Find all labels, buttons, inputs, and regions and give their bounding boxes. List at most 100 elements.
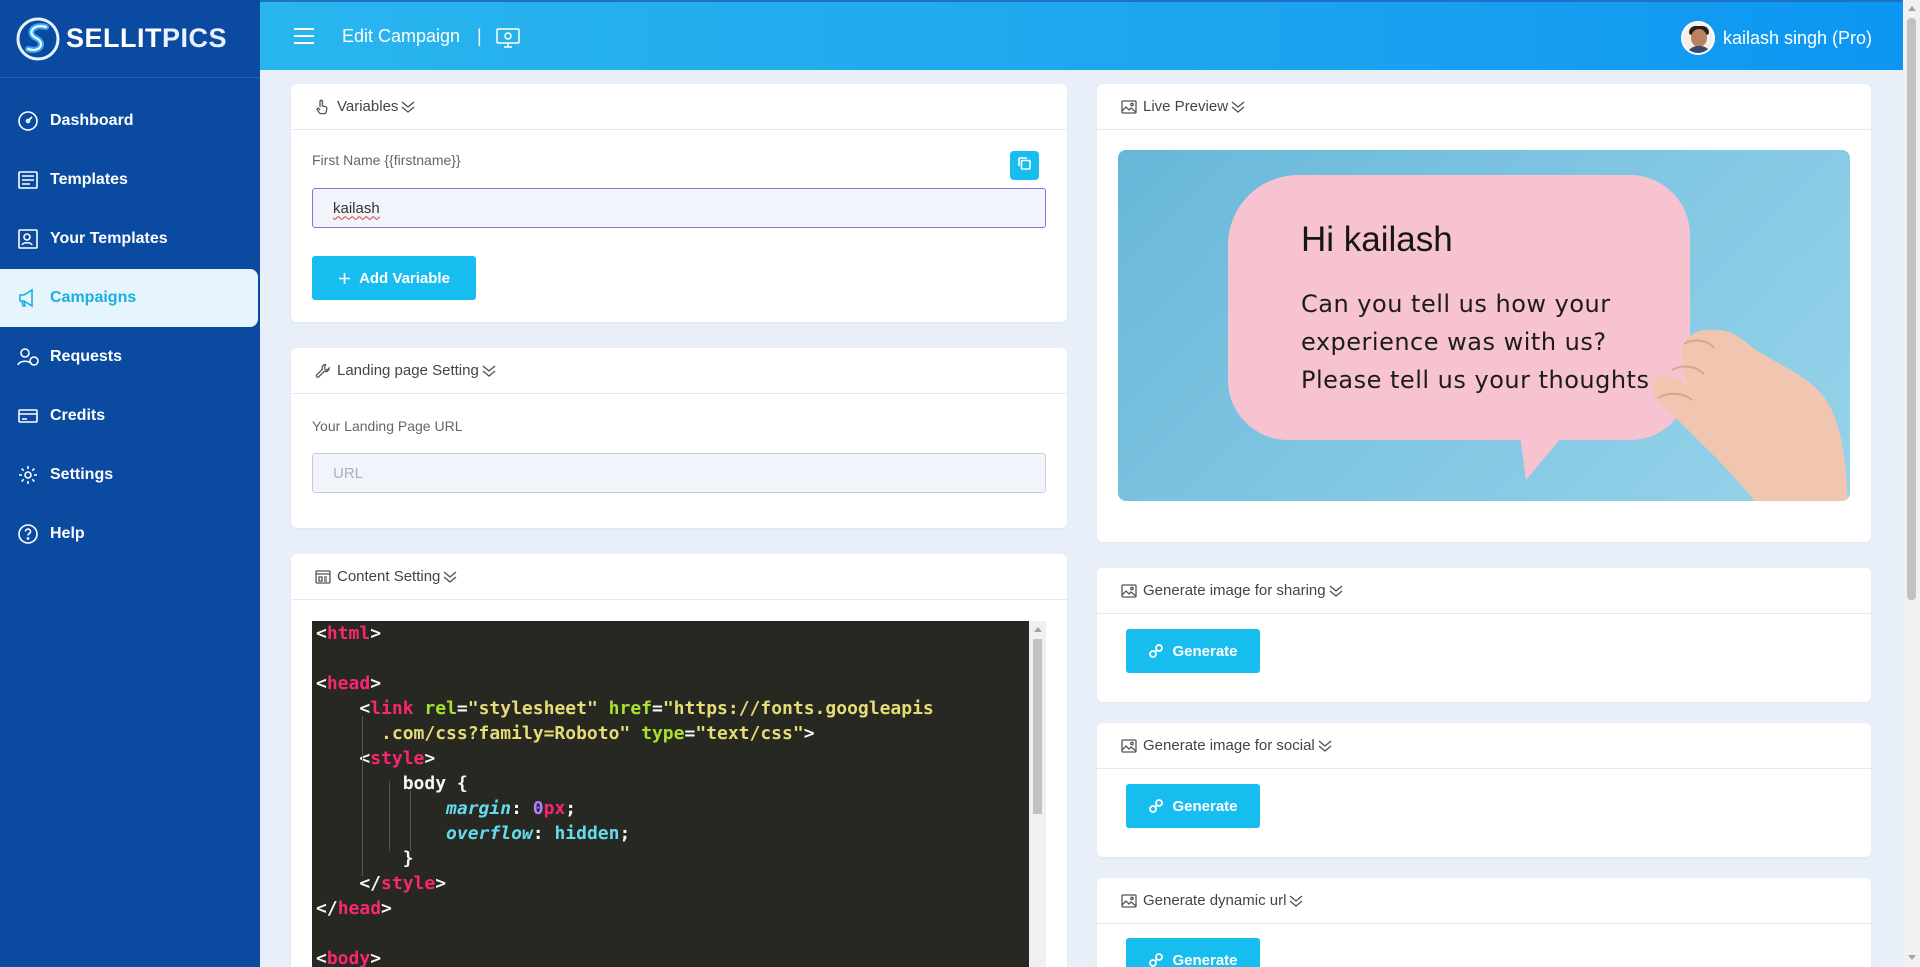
sidebar-item-label: Campaigns (50, 289, 137, 306)
code-line: } (316, 848, 414, 869)
landing-card-header[interactable]: Landing page Setting (291, 348, 1067, 394)
sidebar-item-label: Credits (50, 407, 106, 424)
preview-heading: Hi kailash (1301, 220, 1453, 259)
generate-label: Generate (1172, 797, 1238, 815)
copy-button[interactable] (1010, 151, 1039, 180)
landing-url-input[interactable]: URL (312, 453, 1046, 493)
code-line: <html> (316, 623, 382, 644)
link-icon (1148, 643, 1164, 659)
sidebar-item-campaigns[interactable]: Campaigns (0, 269, 258, 327)
sidebar-item-credits[interactable]: Credits (0, 387, 260, 445)
gear-icon (16, 463, 40, 487)
image-icon (1121, 99, 1137, 115)
social-title: Generate image for social (1143, 737, 1315, 754)
avatar (1680, 21, 1715, 55)
monitor-icon[interactable] (496, 27, 520, 49)
generate-dynamic-button[interactable]: Generate (1126, 938, 1260, 967)
hand-illustration (1652, 330, 1848, 501)
code-line: </head> (316, 898, 392, 919)
code-line: <link rel="stylesheet" href="https://fon… (316, 698, 934, 719)
chevron-down-icon (1230, 100, 1246, 114)
image-icon (1121, 583, 1137, 599)
firstname-label: First Name {{firstname}} (312, 152, 461, 168)
brand-name: SELLITPICS (66, 23, 228, 53)
content-card-header[interactable]: Content Setting (291, 554, 1067, 600)
chevron-down-icon (481, 364, 497, 378)
page-scrollbar[interactable] (1903, 0, 1920, 967)
megaphone-icon (16, 286, 40, 310)
code-line: </style> (316, 873, 447, 894)
sidebar-item-label: Your Templates (50, 230, 168, 247)
sidebar-item-label: Requests (50, 348, 123, 365)
menu-icon[interactable] (294, 28, 314, 44)
sharing-title: Generate image for sharing (1143, 582, 1326, 599)
sidebar-item-label: Help (50, 525, 85, 542)
code-line: .com/css?family=Roboto" type="text/css"> (316, 723, 815, 744)
preview-card-header[interactable]: Live Preview (1097, 84, 1871, 130)
social-card-header[interactable]: Generate image for social (1097, 723, 1871, 769)
add-variable-button[interactable]: Add Variable (312, 256, 476, 300)
code-line: <body> (316, 948, 382, 967)
sidebar-item-requests[interactable]: Requests (0, 328, 260, 386)
add-variable-label: Add Variable (359, 269, 450, 287)
sidebar-item-help[interactable]: Help (0, 505, 260, 563)
preview-image: Hi kailash Can you tell us how your expe… (1118, 150, 1850, 501)
chevron-down-icon (1328, 584, 1344, 598)
social-card: Generate image for social Generate (1097, 723, 1871, 857)
templates-icon (16, 168, 40, 192)
layout-icon (315, 569, 331, 585)
copy-icon (1017, 156, 1032, 176)
sidebar-item-your-templates[interactable]: Your Templates (0, 210, 260, 268)
title-separator: | (477, 26, 482, 46)
preview-line-2: experience was with us? (1301, 328, 1607, 356)
landing-url-label: Your Landing Page URL (312, 418, 463, 434)
hand-pointer-icon (315, 99, 331, 115)
variables-card-header[interactable]: Variables (291, 84, 1067, 130)
brand-logo[interactable]: SELLITPICS (0, 0, 260, 78)
generate-sharing-button[interactable]: Generate (1126, 629, 1260, 673)
preview-line-1: Can you tell us how your (1301, 290, 1611, 318)
link-icon (1148, 952, 1164, 967)
sidebar-item-label: Settings (50, 466, 114, 483)
sidebar-item-settings[interactable]: Settings (0, 446, 260, 504)
code-line: body { (316, 773, 468, 794)
generate-label: Generate (1172, 951, 1238, 967)
sidebar-nav: Dashboard Templates Your Templates Campa… (0, 78, 260, 563)
generate-social-button[interactable]: Generate (1126, 784, 1260, 828)
link-icon (1148, 798, 1164, 814)
gauge-icon (16, 109, 40, 133)
image-icon (1121, 738, 1137, 754)
users-icon (16, 345, 40, 369)
dynamic-card-header[interactable]: Generate dynamic url (1097, 878, 1871, 924)
preview-title: Live Preview (1143, 98, 1229, 115)
landing-url-placeholder: URL (333, 464, 364, 482)
preview-line-3: Please tell us your thoughts (1301, 366, 1650, 394)
code-line: <style> (316, 748, 436, 769)
chevron-down-icon (1288, 894, 1304, 908)
generate-label: Generate (1172, 642, 1238, 660)
chevron-down-icon (400, 100, 416, 114)
landing-card: Landing page Setting Your Landing Page U… (291, 348, 1067, 528)
top-header: Edit Campaign | kailash singh (Pro) (260, 0, 1920, 70)
wrench-icon (315, 363, 331, 379)
firstname-input[interactable]: kailash (312, 188, 1046, 228)
variables-card: Variables First Name {{firstname}} kaila… (291, 84, 1067, 322)
sharing-card: Generate image for sharing Generate (1097, 568, 1871, 702)
sharing-card-header[interactable]: Generate image for sharing (1097, 568, 1871, 614)
chevron-down-icon (442, 570, 458, 584)
credit-card-icon (16, 404, 40, 428)
sidebar-item-label: Templates (50, 171, 128, 188)
sidebar-item-templates[interactable]: Templates (0, 151, 260, 209)
user-menu[interactable]: kailash singh (Pro) (1680, 21, 1872, 55)
firstname-value: kailash (333, 199, 380, 217)
sidebar-item-dashboard[interactable]: Dashboard (0, 92, 260, 150)
dynamic-title: Generate dynamic url (1143, 892, 1287, 909)
sidebar: SELLITPICS Dashboard Templates Your Temp… (0, 0, 260, 967)
code-line: margin: 0px; (446, 798, 577, 819)
code-editor[interactable]: <html> <head> <link rel="stylesheet" hre… (312, 621, 1046, 967)
your-templates-icon (16, 227, 40, 251)
image-icon (1121, 893, 1137, 909)
content-title: Content Setting (337, 568, 441, 585)
variables-title: Variables (337, 98, 399, 115)
editor-scrollbar[interactable] (1029, 621, 1046, 967)
